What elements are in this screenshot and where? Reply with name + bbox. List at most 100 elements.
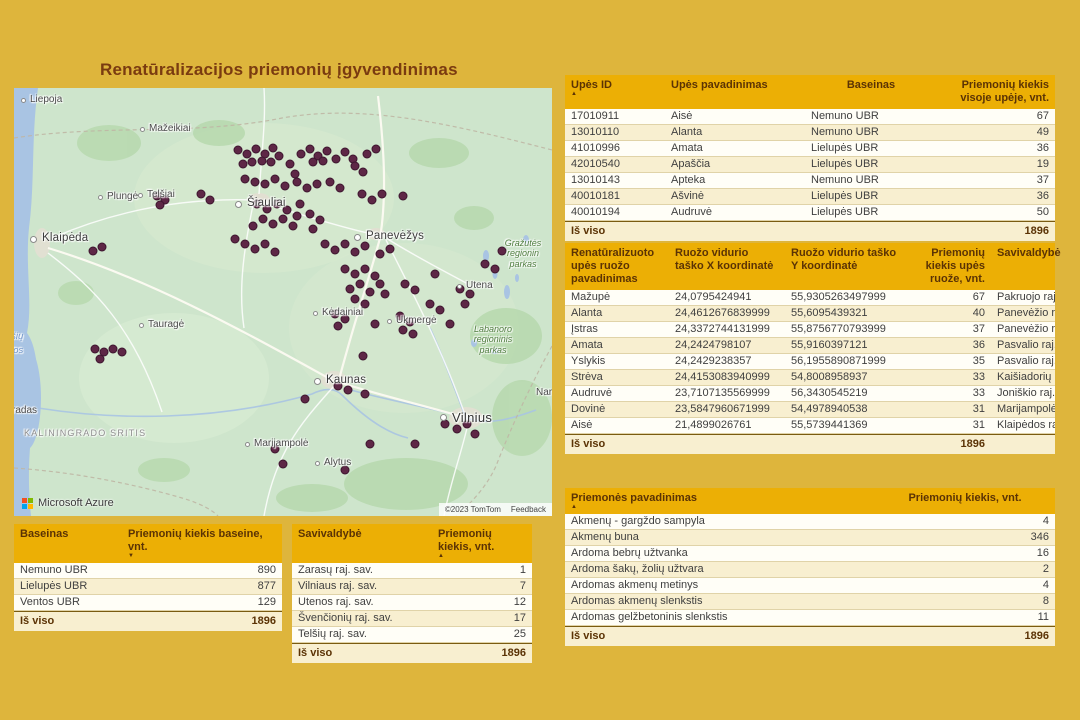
table-row[interactable]: Alanta24,461267683999955,609543932140Pan… bbox=[565, 306, 1055, 322]
table-row[interactable]: Ardomas akmenų metinys4 bbox=[565, 578, 1055, 594]
page-title: Renatūralizacijos priemonių įgyvendinima… bbox=[100, 60, 458, 80]
cell: 55,8756770793999 bbox=[785, 322, 907, 338]
map-label-city: Panevėžys bbox=[366, 230, 424, 242]
cell: Panevėžio raj. sav. bbox=[991, 322, 1055, 338]
cell: 17 bbox=[432, 611, 532, 627]
table-row[interactable]: Yslykis24,242923835756,195589087199935Pa… bbox=[565, 354, 1055, 370]
sort-asc-icon: ▲ bbox=[571, 92, 659, 97]
cell: Nemuno UBR bbox=[14, 563, 122, 579]
cell: 11 bbox=[875, 610, 1055, 626]
table-row[interactable]: Aisė21,489902676155,573944136931Klaipėdo… bbox=[565, 418, 1055, 434]
segments-table: Renatūralizuoto upės ruožo pavadinimasRu… bbox=[565, 243, 1055, 454]
table-row[interactable]: Strėva24,415308394099954,800895893733Kai… bbox=[565, 370, 1055, 386]
cell: 24,3372744131999 bbox=[669, 322, 785, 338]
column-header[interactable]: Baseinas bbox=[14, 524, 122, 563]
column-header[interactable]: Priemonių kiekis upės ruože, vnt. bbox=[907, 243, 991, 290]
column-header[interactable]: Ruožo vidurio taško X koordinatė bbox=[669, 243, 785, 290]
column-header[interactable]: Ruožo vidurio taško Y koordinatė bbox=[785, 243, 907, 290]
microsoft-logo-icon bbox=[22, 498, 33, 509]
table-row[interactable]: Ardomas akmenų slenkstis8 bbox=[565, 594, 1055, 610]
column-header[interactable]: Upės pavadinimas bbox=[665, 75, 805, 109]
brand-text: Microsoft Azure bbox=[38, 497, 114, 509]
table-row[interactable]: Audruvė23,710713556999956,343054521933Jo… bbox=[565, 386, 1055, 402]
table-row[interactable]: Ventos UBR129 bbox=[14, 595, 282, 611]
place-marker bbox=[30, 236, 37, 243]
cell: 21,4899026761 bbox=[669, 418, 785, 434]
cell: 24,2429238357 bbox=[669, 354, 785, 370]
cell: Ventos UBR bbox=[14, 595, 122, 611]
map-label-park: Gražutės regionin parkas bbox=[492, 238, 552, 269]
rivers-table-container: Upės ID▲Upės pavadinimasBaseinasPriemoni… bbox=[565, 75, 1055, 241]
table-row[interactable]: 40010181AšvinėLielupės UBR36 bbox=[565, 189, 1055, 205]
table-row[interactable]: 13010143AptekaNemuno UBR37 bbox=[565, 173, 1055, 189]
column-header[interactable]: Priemonių kiekis, vnt. bbox=[875, 488, 1055, 514]
table-row[interactable]: Utenos raj. sav.12 bbox=[292, 595, 532, 611]
map-label-town: Marijampolė bbox=[254, 438, 308, 449]
table-row[interactable]: Zarasų raj. sav.1 bbox=[292, 563, 532, 579]
cell: 49 bbox=[937, 125, 1055, 141]
table-row[interactable]: Telšių raj. sav.25 bbox=[292, 627, 532, 643]
table-row[interactable]: 42010540ApaščiaLielupės UBR19 bbox=[565, 157, 1055, 173]
cell: 50 bbox=[937, 205, 1055, 221]
table-row[interactable]: Ardomas gelžbetoninis slenkstis11 bbox=[565, 610, 1055, 626]
column-header[interactable]: Priemonės pavadinimas▲ bbox=[565, 488, 875, 514]
map-attribution-copyright: ©2023 TomTom Feedback bbox=[439, 503, 552, 516]
table-row[interactable]: 40010194AudruvėLielupės UBR50 bbox=[565, 205, 1055, 221]
table-row[interactable]: Akmenų buna346 bbox=[565, 530, 1055, 546]
table-row[interactable]: Ardoma šakų, žolių užtvara2 bbox=[565, 562, 1055, 578]
cell: 56,3430545219 bbox=[785, 386, 907, 402]
table-row[interactable]: Amata24,242479810755,916039712136Pasvali… bbox=[565, 338, 1055, 354]
table-row[interactable]: Įstras24,337274413199955,875677079399937… bbox=[565, 322, 1055, 338]
table-row[interactable]: Ardoma bebrų užtvanka16 bbox=[565, 546, 1055, 562]
cell: 4 bbox=[875, 578, 1055, 594]
table-row[interactable]: 13010110AlantaNemuno UBR49 bbox=[565, 125, 1055, 141]
measures-table: Priemonės pavadinimas▲Priemonių kiekis, … bbox=[565, 488, 1055, 646]
map-label-partial: radas bbox=[14, 405, 37, 416]
cell: 42010540 bbox=[565, 157, 665, 173]
table-row[interactable]: 41010996AmataLielupės UBR36 bbox=[565, 141, 1055, 157]
column-header[interactable]: Priemonių kiekis visoje upėje, vnt. bbox=[937, 75, 1055, 109]
table-row[interactable]: 17010911AisėNemuno UBR67 bbox=[565, 109, 1055, 125]
cell: Akmenų - gargždo sampyla bbox=[565, 514, 875, 530]
cell: 13010143 bbox=[565, 173, 665, 189]
cell: Švenčionių raj. sav. bbox=[292, 611, 432, 627]
total-row: Iš viso1896 bbox=[565, 434, 1055, 454]
cell: Pasvalio raj. sav. bbox=[991, 338, 1055, 354]
total-row: Iš viso1896 bbox=[565, 626, 1055, 646]
table-row[interactable]: Mažupė24,079542494155,930526349799967Pak… bbox=[565, 290, 1055, 306]
cell: Apaščia bbox=[665, 157, 805, 173]
header-row: Renatūralizuoto upės ruožo pavadinimasRu… bbox=[565, 243, 1055, 290]
cell: 33 bbox=[907, 386, 991, 402]
cell: 55,5739441369 bbox=[785, 418, 907, 434]
map-label-town: Tauragė bbox=[148, 319, 184, 330]
cell: Telšių raj. sav. bbox=[292, 627, 432, 643]
column-header[interactable]: Priemonių kiekis, vnt.▲ bbox=[432, 524, 532, 563]
cell bbox=[669, 434, 785, 454]
column-header[interactable]: Savivaldybė bbox=[991, 243, 1055, 290]
place-marker bbox=[98, 195, 103, 200]
table-row[interactable]: Vilniaus raj. sav.7 bbox=[292, 579, 532, 595]
cell: 37 bbox=[937, 173, 1055, 189]
table-row[interactable]: Akmenų - gargždo sampyla4 bbox=[565, 514, 1055, 530]
cell: 56,1955890871999 bbox=[785, 354, 907, 370]
cell: Amata bbox=[665, 141, 805, 157]
table-row[interactable]: Švenčionių raj. sav.17 bbox=[292, 611, 532, 627]
feedback-link[interactable]: Feedback bbox=[511, 505, 546, 514]
column-header[interactable]: Baseinas bbox=[805, 75, 937, 109]
table-row[interactable]: Lielupės UBR877 bbox=[14, 579, 282, 595]
column-header[interactable]: Savivaldybė bbox=[292, 524, 432, 563]
table-row[interactable]: Nemuno UBR890 bbox=[14, 563, 282, 579]
map[interactable]: LiepojaMažeikiaiPlungėTelšiaiKlaipėdaŠia… bbox=[14, 88, 552, 516]
header-row: Upės ID▲Upės pavadinimasBaseinasPriemoni… bbox=[565, 75, 1055, 109]
column-header[interactable]: Renatūralizuoto upės ruožo pavadinimas bbox=[565, 243, 669, 290]
column-header[interactable]: Upės ID▲ bbox=[565, 75, 665, 109]
map-label-town: Utena bbox=[466, 280, 493, 291]
cell: 24,2424798107 bbox=[669, 338, 785, 354]
cell: 35 bbox=[907, 354, 991, 370]
cell: Lielupės UBR bbox=[805, 205, 937, 221]
table-row[interactable]: Dovinė23,584796067199954,497894053831Mar… bbox=[565, 402, 1055, 418]
column-header[interactable]: Priemonių kiekis baseine, vnt.▼ bbox=[122, 524, 282, 563]
basins-table-container: BaseinasPriemonių kiekis baseine, vnt.▼N… bbox=[14, 524, 282, 631]
basins-table: BaseinasPriemonių kiekis baseine, vnt.▼N… bbox=[14, 524, 282, 631]
cell: 37 bbox=[907, 322, 991, 338]
